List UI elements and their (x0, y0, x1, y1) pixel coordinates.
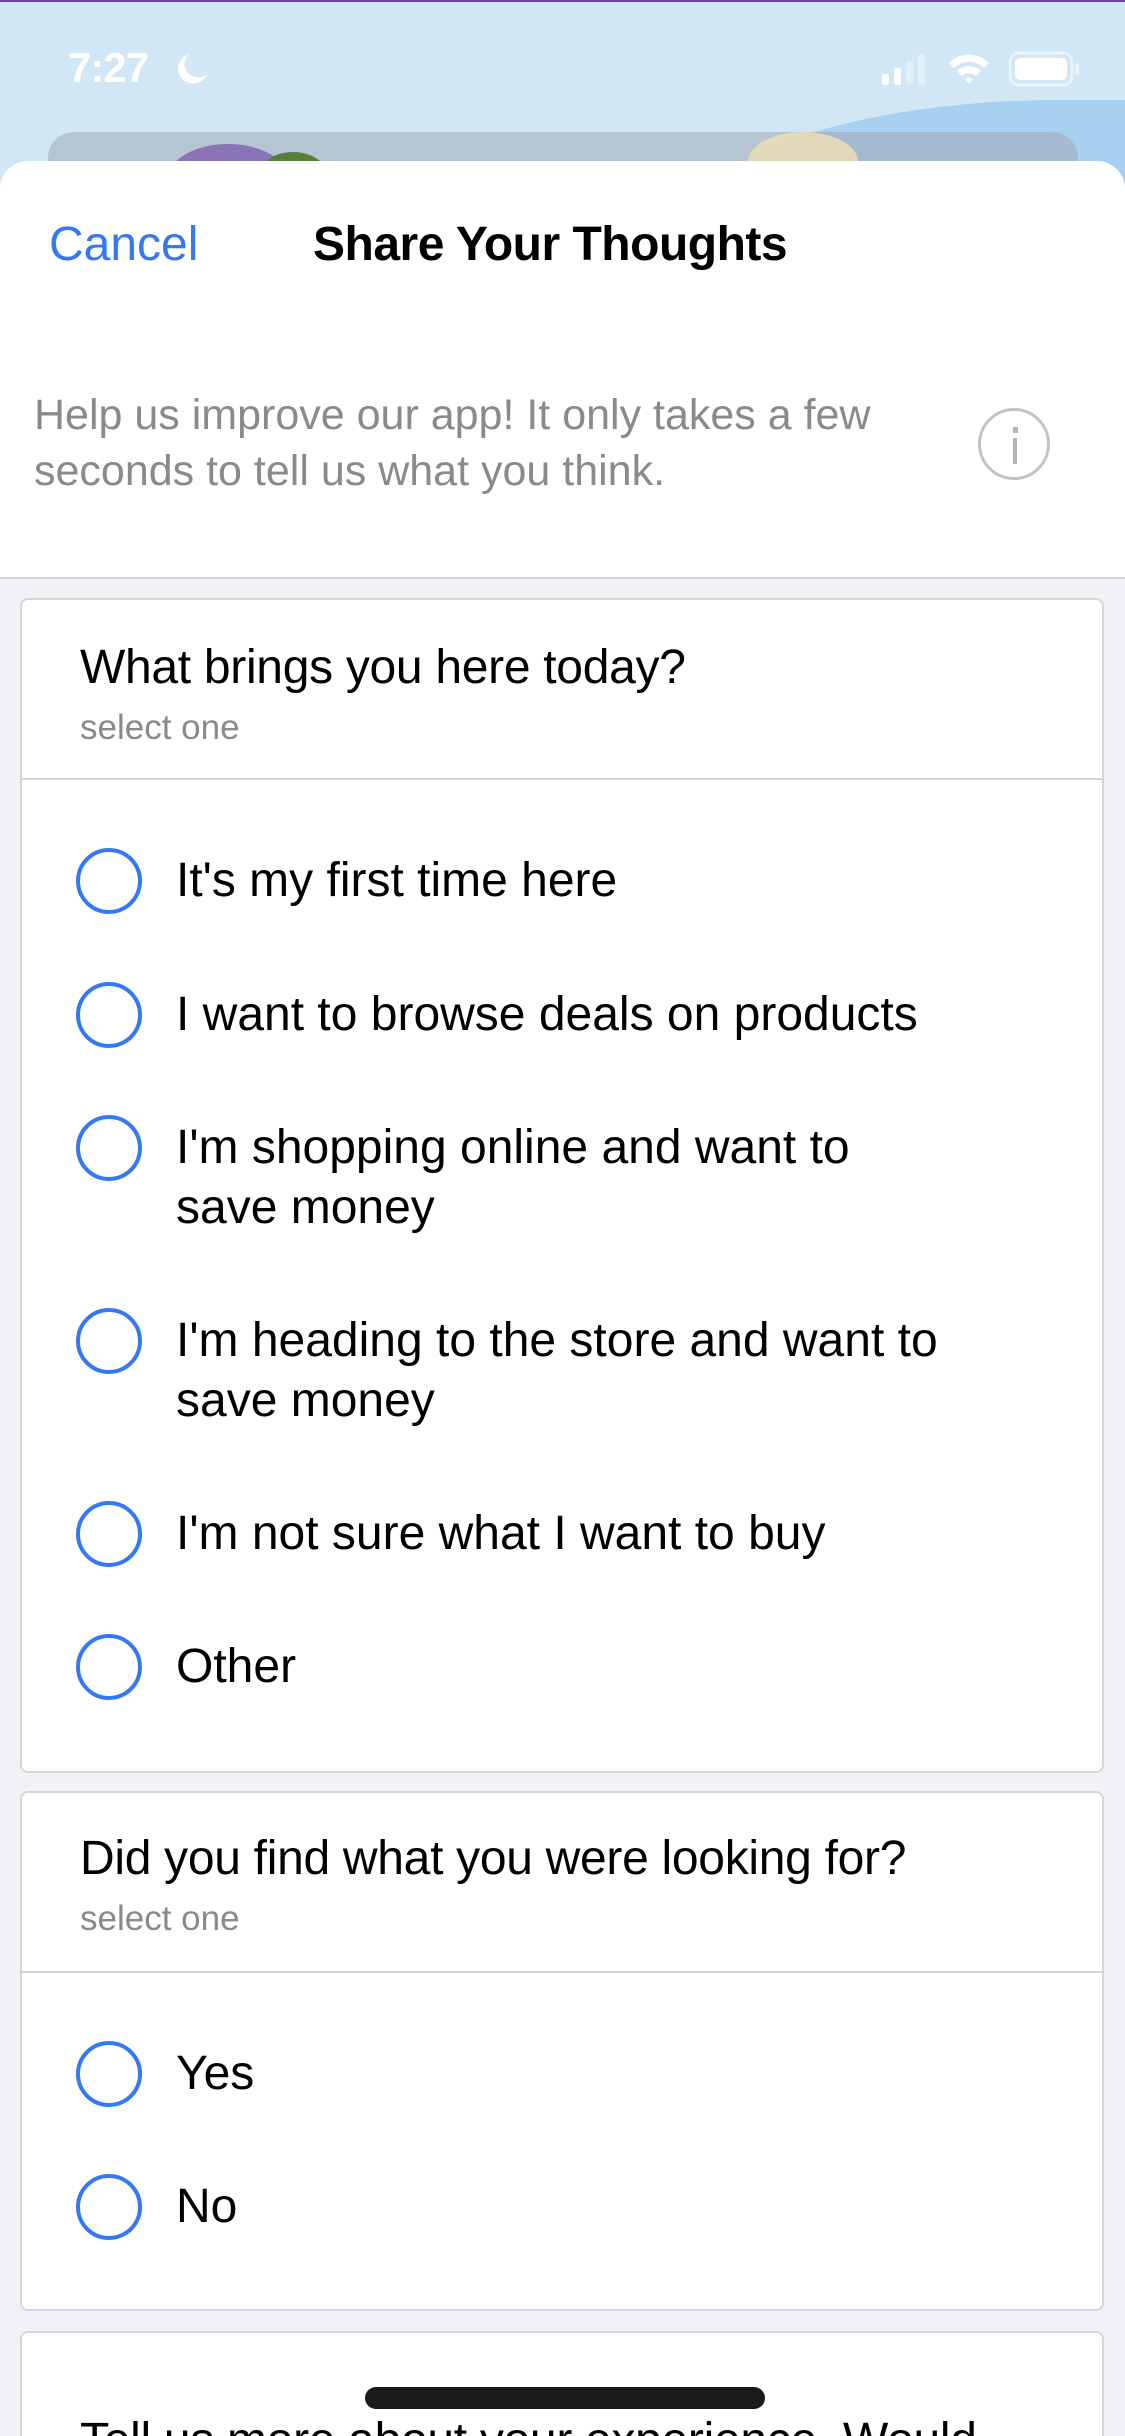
feedback-sheet: Cancel Share Your Thoughts Help us impro… (0, 161, 1125, 2436)
question-title: Tell us more about your experience. Woul… (80, 2413, 977, 2436)
page-title: Share Your Thoughts (313, 218, 788, 271)
option-label: It's my first time here (176, 854, 618, 907)
option-label: I'm shopping online and want to save mon… (176, 1121, 850, 1234)
question-card: What brings you here today? select one I… (20, 598, 1104, 1773)
redaction-mark (365, 2387, 765, 2409)
cancel-button[interactable]: Cancel (49, 217, 198, 272)
battery-icon (1008, 51, 1079, 87)
moon-icon (178, 54, 207, 84)
sheet-header: Cancel Share Your Thoughts Help us impro… (0, 161, 1125, 579)
question-hint: select one (80, 1899, 240, 1938)
radio-button[interactable] (76, 2041, 142, 2107)
radio-button[interactable] (76, 2174, 142, 2240)
radio-button[interactable] (76, 982, 142, 1048)
question-header: What brings you here today? select one (22, 600, 1102, 780)
status-time: 7:27 (68, 44, 149, 91)
radio-button[interactable] (76, 1501, 142, 1567)
signal-icon (882, 54, 925, 85)
radio-option[interactable]: I want to browse deals on products (22, 982, 1102, 1092)
radio-option[interactable]: I'm heading to the store and want to sav… (22, 1308, 1102, 1458)
radio-option[interactable]: Other (22, 1634, 1102, 1744)
question-card: Tell us more about your experience. Woul… (20, 2331, 1104, 2436)
question-title: Did you find what you were looking for? (80, 1832, 907, 1885)
radio-option[interactable]: I'm shopping online and want to save mon… (22, 1115, 1102, 1265)
radio-option[interactable]: Yes (22, 2041, 1102, 2151)
radio-button[interactable] (76, 1308, 142, 1374)
question-card: Did you find what you were looking for? … (20, 1791, 1104, 2311)
status-bar: 7:27 (0, 0, 1125, 140)
radio-button[interactable] (76, 1634, 142, 1700)
question-header: Did you find what you were looking for? … (22, 1793, 1102, 1973)
radio-option[interactable]: It's my first time here (22, 848, 1102, 958)
question-hint: select one (80, 708, 240, 747)
intro-text: Help us improve our app! It only takes a… (34, 391, 871, 495)
radio-option[interactable]: No (22, 2174, 1102, 2284)
radio-option[interactable]: I'm not sure what I want to buy (22, 1501, 1102, 1611)
radio-button[interactable] (76, 1115, 142, 1181)
wifi-icon (949, 54, 989, 84)
option-label: No (176, 2180, 238, 2233)
question-title: What brings you here today? (80, 641, 686, 694)
option-label: Other (176, 1640, 297, 1693)
option-label: Yes (176, 2047, 255, 2100)
info-button[interactable] (978, 408, 1050, 480)
option-label: I'm heading to the store and want to sav… (176, 1314, 938, 1427)
option-label: I'm not sure what I want to buy (176, 1507, 826, 1560)
option-label: I want to browse deals on products (176, 988, 918, 1041)
radio-button[interactable] (76, 848, 142, 914)
